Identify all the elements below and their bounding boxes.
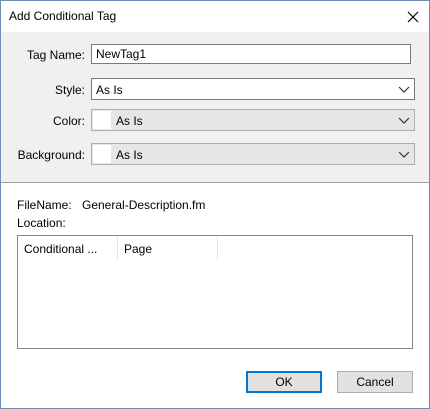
location-panel: FileName: General-Description.fm Locatio… [1, 183, 429, 408]
column-header-page[interactable]: Page [118, 236, 218, 260]
background-value: As Is [116, 148, 143, 162]
ok-button[interactable]: OK [246, 371, 322, 393]
list-header: Conditional ... Page [18, 236, 412, 260]
tag-name-input[interactable]: NewTag1 [91, 44, 411, 64]
chevron-down-icon [398, 151, 410, 158]
color-value: As Is [116, 114, 143, 128]
background-label: Background: [17, 148, 85, 162]
location-list[interactable]: Conditional ... Page [17, 235, 413, 349]
tag-name-label: Tag Name: [26, 48, 85, 62]
column-header-conditional[interactable]: Conditional ... [18, 236, 118, 260]
tag-properties-panel: Tag Name: NewTag1 Style: As Is Color: As… [1, 32, 429, 182]
add-conditional-tag-dialog: Add Conditional Tag Tag Name: NewTag1 St… [0, 0, 430, 409]
background-dropdown[interactable]: As Is [91, 143, 415, 165]
filename-value: General-Description.fm [82, 198, 206, 212]
color-dropdown[interactable]: As Is [91, 109, 415, 131]
location-label: Location: [17, 216, 66, 230]
filename-label: FileName: [17, 198, 72, 212]
chevron-down-icon [398, 117, 410, 124]
chevron-down-icon [398, 86, 410, 93]
close-icon [407, 11, 419, 22]
cancel-button[interactable]: Cancel [337, 371, 413, 393]
tag-name-value: NewTag1 [96, 47, 147, 61]
window-title: Add Conditional Tag [9, 9, 117, 23]
style-dropdown[interactable]: As Is [91, 78, 415, 100]
color-swatch [93, 111, 112, 129]
background-swatch [93, 145, 112, 163]
color-label: Color: [52, 114, 85, 128]
style-label: Style: [54, 83, 85, 97]
style-value: As Is [96, 83, 123, 97]
close-button[interactable] [397, 1, 429, 32]
title-bar: Add Conditional Tag [1, 1, 429, 32]
